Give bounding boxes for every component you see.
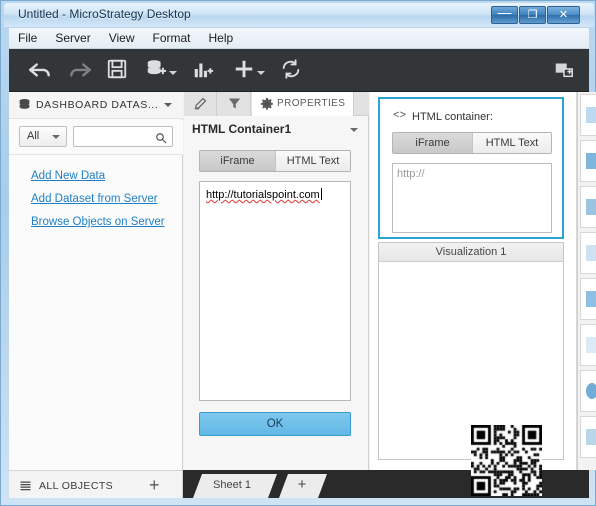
chevron-down-icon[interactable]	[190, 484, 198, 488]
ok-button[interactable]: OK	[199, 412, 351, 436]
tab-properties[interactable]: PROPERTIES	[252, 92, 354, 116]
add-sheet-label: +	[297, 476, 307, 493]
main-toolbar	[9, 49, 589, 92]
text-cursor	[320, 188, 322, 200]
dataset-filter-value: All	[27, 130, 40, 142]
dataset-panel-title: DASHBOARD DATAS...	[36, 99, 159, 111]
grid-icon	[19, 479, 32, 497]
dataset-search-box[interactable]	[73, 126, 173, 147]
gallery-item-grid[interactable]	[580, 94, 596, 136]
add-sheet-tab[interactable]: +	[279, 474, 327, 498]
application-window: Untitled - MicroStrategy Desktop — ❐ ✕ F…	[0, 0, 596, 506]
minimize-button[interactable]: —	[491, 4, 518, 24]
gallery-item-area-chart[interactable]	[580, 278, 596, 320]
search-icon[interactable]	[155, 131, 167, 149]
title-bar: Untitled - MicroStrategy Desktop — ❐ ✕	[4, 3, 594, 27]
toggle-html-text[interactable]: HTML Text	[275, 151, 350, 171]
properties-mode-toggle: iFrame HTML Text	[199, 150, 351, 172]
sheet-tab-label: Sheet 1	[213, 479, 251, 491]
code-brackets-icon: <>	[393, 110, 407, 122]
minimize-icon: —	[497, 4, 512, 20]
properties-url-text: http://tutorialspoint.com	[206, 189, 320, 201]
close-icon: ✕	[558, 9, 569, 21]
save-icon[interactable]	[106, 58, 132, 84]
gallery-item-network[interactable]	[580, 324, 596, 366]
tab-filters[interactable]	[218, 92, 251, 116]
properties-url-value: http://tutorialspoint.com	[206, 188, 322, 201]
gallery-item-pie-chart[interactable]	[580, 370, 596, 412]
visualization-gallery	[577, 92, 596, 470]
menu-bar: File Server View Format Help	[9, 28, 589, 49]
dataset-filter-row: All	[9, 120, 183, 155]
maximize-icon: ❐	[527, 9, 538, 21]
window-title: Untitled - MicroStrategy Desktop	[18, 7, 191, 21]
qr-code-canvas	[471, 425, 542, 496]
toggle-iframe[interactable]: iFrame	[200, 151, 275, 171]
menu-item-file[interactable]: File	[9, 28, 46, 49]
search-input[interactable]	[78, 129, 152, 144]
html-container-widget[interactable]: <> HTML container: iFrame HTML Text http…	[378, 97, 564, 239]
refresh-icon[interactable]	[280, 58, 306, 84]
add-object-button[interactable]: +	[149, 476, 160, 494]
add-data-caret-icon[interactable]	[169, 71, 177, 79]
insert-caret-icon[interactable]	[257, 71, 265, 79]
all-objects-label: ALL OBJECTS	[39, 480, 114, 492]
link-add-dataset-from-server[interactable]: Add Dataset from Server	[31, 193, 158, 205]
dataset-filter-dropdown[interactable]: All	[19, 126, 67, 147]
undo-icon[interactable]	[27, 58, 53, 84]
gallery-item-line-chart[interactable]	[580, 232, 596, 274]
close-button[interactable]: ✕	[547, 6, 580, 24]
html-widget-mode-toggle: iFrame HTML Text	[392, 132, 552, 154]
dashboard-canvas: <> HTML container: iFrame HTML Text http…	[370, 92, 589, 470]
chevron-down-icon[interactable]	[164, 103, 172, 107]
gear-icon	[260, 97, 274, 116]
add-data-icon[interactable]	[145, 58, 171, 84]
menu-item-help[interactable]: Help	[200, 28, 243, 49]
gallery-item-column-chart[interactable]	[580, 416, 596, 458]
maximize-button[interactable]: ❐	[519, 6, 546, 24]
add-visualization-icon[interactable]	[192, 58, 218, 84]
qr-code-watermark	[471, 425, 542, 496]
properties-object-title: HTML Container1	[192, 122, 292, 136]
widget-toggle-iframe[interactable]: iFrame	[393, 133, 472, 153]
chevron-down-icon	[52, 135, 60, 139]
link-add-new-data[interactable]: Add New Data	[31, 170, 105, 182]
properties-panel: PROPERTIES HTML Container1 iFrame HTML T…	[184, 92, 369, 470]
tab-properties-label: PROPERTIES	[277, 98, 346, 109]
visualization-title: Visualization 1	[379, 243, 563, 262]
sheet-tab-sheet-1[interactable]: Sheet 1	[193, 474, 277, 498]
share-icon[interactable]	[553, 58, 579, 84]
link-browse-objects-on-server[interactable]: Browse Objects on Server	[31, 216, 165, 228]
menu-item-server[interactable]: Server	[46, 28, 99, 49]
database-icon	[18, 98, 31, 117]
html-widget-url-placeholder: http://	[397, 168, 425, 180]
properties-url-textarea[interactable]: http://tutorialspoint.com	[199, 181, 351, 401]
dataset-panel: DASHBOARD DATAS... All Add New Data Add …	[9, 92, 183, 470]
properties-tab-strip: PROPERTIES	[184, 92, 369, 116]
menu-item-format[interactable]: Format	[143, 28, 199, 49]
redo-icon[interactable]	[67, 58, 93, 84]
all-objects-bar[interactable]: ALL OBJECTS +	[9, 470, 183, 498]
widget-toggle-html-text[interactable]: HTML Text	[472, 133, 551, 153]
chevron-down-icon[interactable]	[350, 128, 358, 132]
gallery-item-bar-chart[interactable]	[580, 186, 596, 228]
pencil-icon	[193, 96, 208, 116]
menu-item-view[interactable]: View	[100, 28, 144, 49]
html-container-label: HTML container:	[412, 111, 493, 123]
tab-editor[interactable]	[184, 92, 217, 116]
main-body: DASHBOARD DATAS... All Add New Data Add …	[9, 92, 589, 470]
gallery-item-map[interactable]	[580, 140, 596, 182]
dataset-panel-header[interactable]: DASHBOARD DATAS...	[9, 92, 183, 119]
filter-icon	[227, 96, 242, 116]
insert-icon[interactable]	[233, 58, 259, 84]
html-widget-url-input[interactable]: http://	[392, 163, 552, 233]
